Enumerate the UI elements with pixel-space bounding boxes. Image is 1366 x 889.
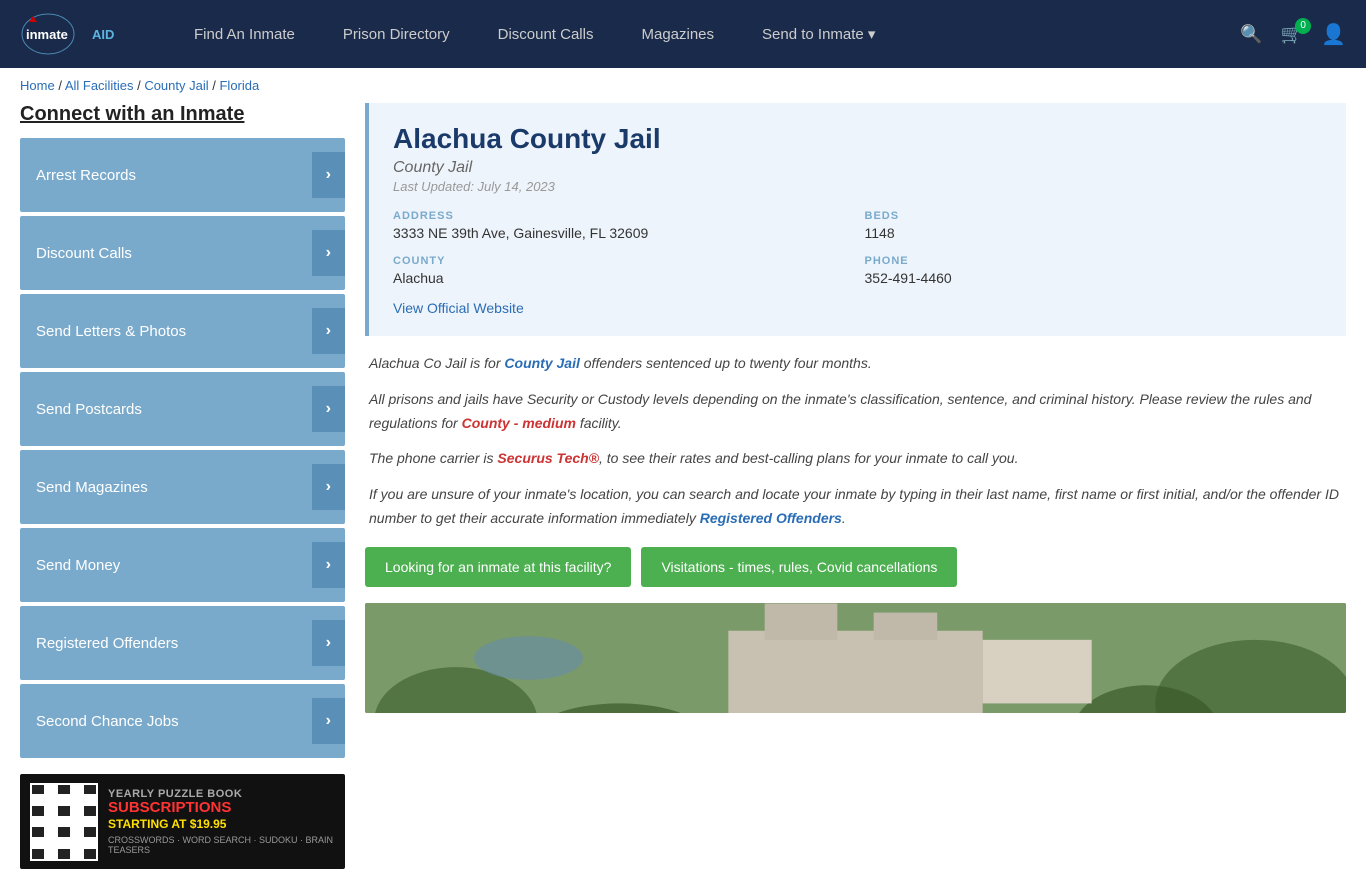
facility-type: County Jail [393, 159, 1322, 177]
county-label: COUNTY [393, 255, 851, 267]
arrow-icon: › [312, 464, 345, 510]
phone-block: PHONE 352-491-4460 [865, 255, 1323, 286]
nav-find-inmate[interactable]: Find An Inmate [170, 0, 319, 68]
ad-line3: STARTING AT $19.95 [108, 817, 335, 831]
desc-p4: If you are unsure of your inmate's locat… [369, 483, 1342, 531]
facility-updated: Last Updated: July 14, 2023 [393, 179, 1322, 194]
arrow-icon: › [312, 698, 345, 744]
address-block: ADDRESS 3333 NE 39th Ave, Gainesville, F… [393, 210, 851, 241]
sidebar-item-second-chance-jobs[interactable]: Second Chance Jobs › [20, 684, 345, 758]
sidebar-item-send-postcards[interactable]: Send Postcards › [20, 372, 345, 446]
sidebar-label: Send Magazines [36, 479, 148, 496]
ad-line4: CROSSWORDS · WORD SEARCH · SUDOKU · BRAI… [108, 835, 335, 855]
beds-value: 1148 [865, 225, 1323, 241]
cart-badge: 0 [1295, 18, 1311, 34]
arrow-icon: › [312, 542, 345, 588]
facility-website: View Official Website [393, 300, 1322, 316]
logo[interactable]: inmate AID [20, 12, 150, 56]
breadcrumb-state[interactable]: Florida [219, 78, 259, 93]
visitations-button[interactable]: Visitations - times, rules, Covid cancel… [641, 547, 957, 587]
puzzle-grid-icon [30, 783, 98, 861]
address-label: ADDRESS [393, 210, 851, 222]
nav-send-to-inmate[interactable]: Send to Inmate ▾ [738, 0, 899, 68]
facility-info-grid: ADDRESS 3333 NE 39th Ave, Gainesville, F… [393, 210, 1322, 286]
nav-magazines[interactable]: Magazines [617, 0, 738, 68]
county-medium-link[interactable]: County - medium [462, 415, 576, 431]
sidebar-label: Send Postcards [36, 401, 142, 418]
sidebar-item-arrest-records[interactable]: Arrest Records › [20, 138, 345, 212]
beds-label: BEDS [865, 210, 1323, 222]
nav-bar: inmate AID Find An Inmate Prison Directo… [0, 0, 1366, 68]
desc-p1: Alachua Co Jail is for County Jail offen… [369, 352, 1342, 376]
nav-icons: 🔍 🛒 0 👤 [1240, 22, 1346, 47]
nav-discount-calls[interactable]: Discount Calls [474, 0, 618, 68]
sidebar-item-send-letters[interactable]: Send Letters & Photos › [20, 294, 345, 368]
sidebar-label: Send Letters & Photos [36, 323, 186, 340]
content-area: Alachua County Jail County Jail Last Upd… [365, 103, 1346, 869]
sidebar-item-send-money[interactable]: Send Money › [20, 528, 345, 602]
sidebar-ad[interactable]: YEARLY PUZZLE BOOK SUBSCRIPTIONS STARTIN… [20, 774, 345, 869]
arrow-icon: › [312, 386, 345, 432]
sidebar-item-discount-calls[interactable]: Discount Calls › [20, 216, 345, 290]
county-value: Alachua [393, 270, 851, 286]
looking-for-inmate-button[interactable]: Looking for an inmate at this facility? [365, 547, 631, 587]
breadcrumb-all-facilities[interactable]: All Facilities [65, 78, 134, 93]
facility-photo-svg [365, 603, 1346, 713]
breadcrumb-county-jail[interactable]: County Jail [144, 78, 208, 93]
sidebar-label: Registered Offenders [36, 635, 178, 652]
user-icon[interactable]: 👤 [1321, 22, 1346, 47]
securus-link[interactable]: Securus Tech® [497, 450, 599, 466]
breadcrumb: Home / All Facilities / County Jail / Fl… [0, 68, 1366, 103]
ad-line1: YEARLY PUZZLE BOOK [108, 788, 335, 800]
description: Alachua Co Jail is for County Jail offen… [365, 352, 1346, 531]
search-icon[interactable]: 🔍 [1240, 24, 1262, 45]
county-block: COUNTY Alachua [393, 255, 851, 286]
sidebar-label: Discount Calls [36, 245, 132, 262]
arrow-icon: › [312, 230, 345, 276]
facility-name: Alachua County Jail [393, 123, 1322, 155]
sidebar: Connect with an Inmate Arrest Records › … [20, 103, 345, 869]
main-container: Connect with an Inmate Arrest Records › … [0, 103, 1366, 889]
arrow-icon: › [312, 620, 345, 666]
sidebar-label: Arrest Records [36, 167, 136, 184]
cart-icon[interactable]: 🛒 0 [1281, 24, 1303, 45]
arrow-icon: › [312, 152, 345, 198]
facility-photo [365, 603, 1346, 713]
arrow-icon: › [312, 308, 345, 354]
svg-text:AID: AID [92, 27, 114, 42]
facility-card: Alachua County Jail County Jail Last Upd… [365, 103, 1346, 336]
logo-svg: inmate AID [20, 12, 150, 56]
website-link[interactable]: View Official Website [393, 300, 524, 316]
beds-block: BEDS 1148 [865, 210, 1323, 241]
breadcrumb-home[interactable]: Home [20, 78, 55, 93]
desc-p3: The phone carrier is Securus Tech®, to s… [369, 447, 1342, 471]
ad-text: YEARLY PUZZLE BOOK SUBSCRIPTIONS STARTIN… [108, 788, 335, 855]
nav-prison-directory[interactable]: Prison Directory [319, 0, 474, 68]
sidebar-label: Send Money [36, 557, 120, 574]
sidebar-item-send-magazines[interactable]: Send Magazines › [20, 450, 345, 524]
address-value: 3333 NE 39th Ave, Gainesville, FL 32609 [393, 225, 851, 241]
sidebar-label: Second Chance Jobs [36, 713, 179, 730]
svg-text:inmate: inmate [26, 27, 68, 42]
desc-p2: All prisons and jails have Security or C… [369, 388, 1342, 436]
nav-links: Find An Inmate Prison Directory Discount… [170, 0, 1240, 68]
phone-value: 352-491-4460 [865, 270, 1323, 286]
phone-label: PHONE [865, 255, 1323, 267]
sidebar-item-registered-offenders[interactable]: Registered Offenders › [20, 606, 345, 680]
action-buttons: Looking for an inmate at this facility? … [365, 547, 1346, 587]
county-jail-link[interactable]: County Jail [504, 355, 579, 371]
ad-line2: SUBSCRIPTIONS [108, 800, 335, 817]
registered-offenders-link[interactable]: Registered Offenders [700, 510, 842, 526]
sidebar-title: Connect with an Inmate [20, 103, 345, 126]
